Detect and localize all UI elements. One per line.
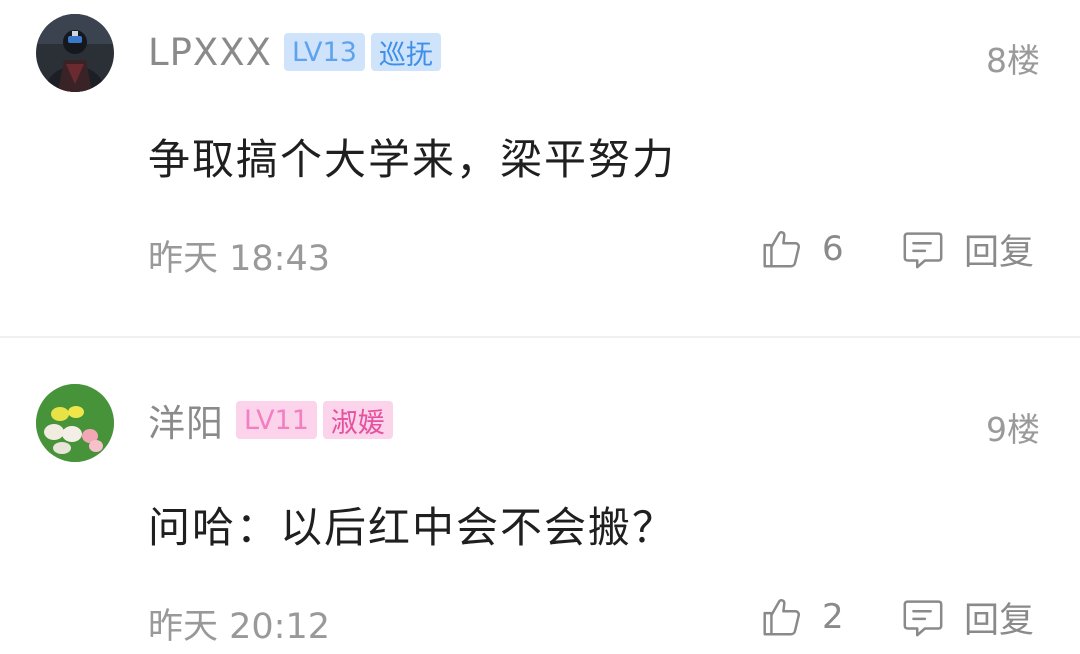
comment-list: LPXXX LV13 巡抚 8楼 争取搞个大学来，梁平努力 昨天 18:43 6… <box>0 0 1080 654</box>
level-badge: LV11 <box>236 401 317 439</box>
avatar-image <box>36 14 114 92</box>
comment-header: 洋阳 LV11 淑媛 <box>148 398 399 445</box>
thumbs-up-icon <box>763 599 800 636</box>
like-count: 2 <box>822 597 844 637</box>
comment-time: 昨天 20:12 <box>148 607 330 647</box>
reply-button[interactable]: 回复 <box>900 592 1034 642</box>
like-button[interactable]: 6 <box>758 224 844 274</box>
floor-number: 8楼 <box>986 41 1040 80</box>
title-badge: 巡抚 <box>370 33 441 71</box>
level-badge: LV13 <box>283 33 365 71</box>
reply-label: 回复 <box>964 232 1035 273</box>
comment-header: LPXXX LV13 巡抚 <box>148 30 447 74</box>
like-count: 6 <box>822 229 844 269</box>
divider <box>0 336 1080 338</box>
comment-text: 问哈：以后红中会不会搬？ <box>148 503 677 552</box>
avatar[interactable] <box>36 14 114 92</box>
reply-button[interactable]: 回复 <box>900 224 1034 274</box>
avatar-image <box>36 384 114 462</box>
comment-bubble-icon <box>903 232 943 269</box>
comment-time: 昨天 18:43 <box>148 239 330 279</box>
thumbs-up-icon <box>763 231 800 268</box>
username[interactable]: 洋阳 <box>148 393 224 447</box>
username[interactable]: LPXXX <box>148 31 272 74</box>
avatar[interactable] <box>36 384 114 462</box>
comment-bubble-icon <box>903 600 943 637</box>
title-badge: 淑媛 <box>322 401 393 439</box>
comment-text: 争取搞个大学来，梁平努力 <box>148 135 677 184</box>
like-button[interactable]: 2 <box>758 592 844 642</box>
reply-label: 回复 <box>964 600 1035 641</box>
floor-number: 9楼 <box>986 410 1040 449</box>
